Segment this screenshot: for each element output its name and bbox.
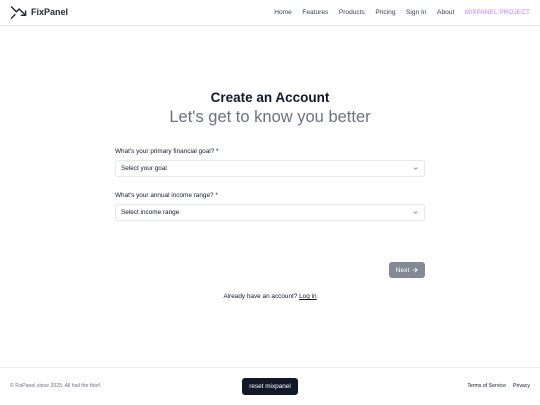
- brand-name: FixPanel: [31, 7, 69, 17]
- income-select-value: Select income range: [121, 209, 180, 216]
- page-subtitle: Let's get to know you better: [169, 108, 371, 126]
- footer-links: Terms of Service Privacy: [460, 383, 530, 389]
- chevron-down-icon: [413, 211, 418, 214]
- trend-logo-icon: [10, 6, 27, 19]
- login-prompt: Already have an account? Log in: [0, 293, 540, 300]
- copyright-text: © FixPanel since 2025. All hail the thie…: [10, 383, 102, 389]
- next-button[interactable]: Next: [389, 262, 425, 278]
- goal-select-value: Select your goal: [121, 165, 167, 172]
- goal-select[interactable]: Select your goal: [115, 160, 425, 177]
- chevron-down-icon: [413, 167, 418, 170]
- nav-pricing[interactable]: Pricing: [375, 9, 395, 16]
- nav-about[interactable]: About: [437, 9, 454, 16]
- main-nav: Home Features Products Pricing Sign In A…: [264, 0, 530, 24]
- goal-label: What's your primary financial goal? *: [115, 148, 219, 155]
- login-link[interactable]: Log in: [299, 293, 316, 300]
- next-button-label: Next: [395, 266, 410, 274]
- nav-features[interactable]: Features: [302, 9, 328, 16]
- login-prompt-text: Already have an account?: [223, 293, 298, 300]
- income-label: What's your annual income range? *: [115, 192, 218, 199]
- nav-mixpanel-project[interactable]: MIXPANEL PROJECT: [465, 9, 530, 16]
- footer: © FixPanel since 2025. All hail the thie…: [0, 367, 540, 405]
- top-header: FixPanel Home Features Products Pricing …: [0, 0, 540, 26]
- nav-sign-in[interactable]: Sign In: [406, 9, 427, 16]
- privacy-link[interactable]: Privacy: [513, 383, 530, 389]
- arrow-right-icon: [412, 267, 418, 273]
- reset-mixpanel-button[interactable]: reset mixpanel: [242, 378, 298, 395]
- brand-logo[interactable]: FixPanel: [10, 4, 68, 21]
- income-select[interactable]: Select income range: [115, 204, 425, 221]
- nav-products[interactable]: Products: [339, 9, 365, 16]
- terms-link[interactable]: Terms of Service: [467, 383, 506, 389]
- page-title: Create an Account: [210, 90, 330, 105]
- nav-home[interactable]: Home: [274, 9, 292, 16]
